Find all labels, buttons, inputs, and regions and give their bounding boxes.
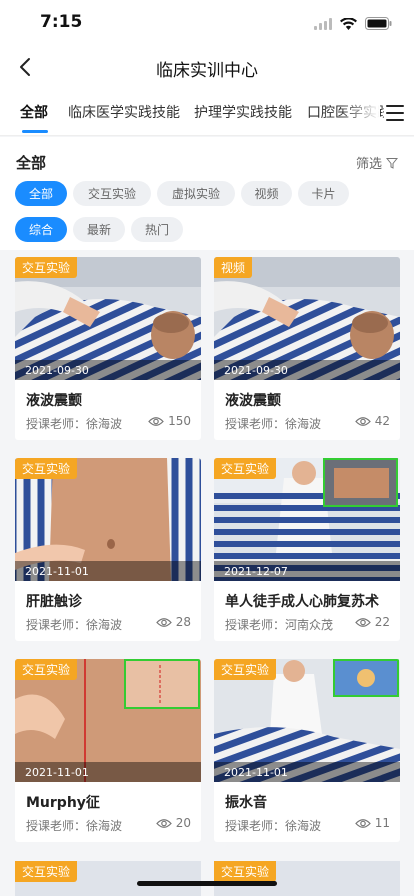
view-count: 42 [354,414,390,428]
view-count: 28 [155,615,191,629]
chip-type-all[interactable]: 全部 [15,181,67,206]
course-date: 2021-09-30 [15,360,201,380]
type-badge: 交互实验 [15,861,78,882]
view-count: 150 [148,414,191,428]
view-count-value: 22 [374,615,390,629]
type-badge: 交互实验 [15,257,78,278]
chip-type-virtual[interactable]: 虚拟实验 [157,181,235,206]
home-indicator [137,881,277,886]
course-date: 2021-12-07 [214,561,400,581]
chip-sort-overall[interactable]: 综合 [15,217,67,242]
peek-row: 交互实验 交互实验 [15,861,400,896]
view-count-value: 11 [374,816,390,830]
category-menu-button[interactable] [384,102,406,124]
course-thumbnail: 交互实验 2021-12-07 [214,458,400,581]
eye-icon [354,416,371,426]
tabs-fade [340,90,380,135]
section-title: 全部 [16,154,47,172]
course-date: 2021-09-30 [214,360,400,380]
view-count: 22 [354,615,390,629]
tab-nursing[interactable]: 护理学实践技能 [194,102,292,122]
course-card[interactable]: 交互实验 2021-11-01 振水音授课老师：徐海波 11 [214,659,400,842]
course-teacher: 授课老师：徐海波 [26,618,123,632]
eye-icon [155,818,172,828]
course-card[interactable]: 交互实验 [214,861,400,896]
chip-type-card[interactable]: 卡片 [298,181,349,206]
course-teacher: 授课老师：徐海波 [225,819,322,833]
view-count-value: 150 [168,414,191,428]
type-badge: 交互实验 [214,458,277,479]
chip-sort-latest[interactable]: 最新 [73,217,125,242]
course-teacher: 授课老师：河南众茂 [225,618,334,632]
type-badge: 交互实验 [214,659,277,680]
sort-row: 综合 最新 热门 [15,217,183,242]
nav-bar: 临床实训中心 [0,44,414,90]
course-title: Murphy征 [26,795,100,811]
type-badge: 交互实验 [15,659,78,680]
course-card[interactable]: 交互实验 [15,861,201,896]
filter-label: 筛选 [355,157,382,172]
course-title: 单人徒手成人心肺复苏术 [225,594,379,610]
course-thumbnail: 交互实验 2021-11-01 [15,659,201,782]
course-title: 液波震颤 [225,393,281,409]
course-card[interactable]: 交互实验 2021-09-30 液波震颤授课老师：徐海波 150 [15,257,201,440]
menu-icon [386,105,404,107]
course-grid: 交互实验 2021-09-30 液波震颤授课老师：徐海波 150 视频 2021-09-3… [15,257,400,842]
course-card[interactable]: 视频 2021-09-30 液波震颤授课老师：徐海波 42 [214,257,400,440]
course-teacher: 授课老师：徐海波 [26,819,123,833]
type-badge: 交互实验 [15,458,78,479]
wifi-icon [340,15,357,34]
type-badge: 交互实验 [214,861,277,882]
tab-indicator [22,130,48,133]
course-title: 肝脏触诊 [26,594,82,610]
course-date: 2021-11-01 [214,762,400,782]
course-card[interactable]: 交互实验 2021-11-01 肝脏触诊授课老师：徐海波 28 [15,458,201,641]
course-thumbnail: 交互实验 2021-09-30 [15,257,201,380]
course-title: 振水音 [225,795,267,811]
status-bar: 7:15 [0,0,414,44]
view-count-value: 20 [175,816,191,830]
page-title: 临床实训中心 [156,61,258,81]
eye-icon [354,617,371,627]
type-filter-row: 全部 交互实验 虚拟实验 视频 卡片 [15,181,349,206]
type-badge: 视频 [214,257,253,278]
course-title: 液波震颤 [26,393,82,409]
category-tabs: 全部 临床医学实践技能 护理学实践技能 口腔医学实践 [0,90,414,136]
course-card[interactable]: 交互实验 2021-11-01 Murphy征授课老师：徐海波 20 [15,659,201,842]
eye-icon [354,818,371,828]
view-count: 20 [155,816,191,830]
course-card[interactable]: 交互实验 2021-12-07 单人徒手成人心肺复苏术 授课老师：河南众茂 22 [214,458,400,641]
view-count-value: 28 [175,615,191,629]
course-teacher: 授课老师：徐海波 [225,417,322,431]
signal-icon [314,15,332,34]
course-thumbnail: 交互实验 2021-11-01 [214,659,400,782]
status-time: 7:15 [40,12,83,32]
course-thumbnail: 交互实验 2021-11-01 [15,458,201,581]
course-teacher: 授课老师：徐海波 [26,417,123,431]
tab-clinical[interactable]: 临床医学实践技能 [68,102,180,122]
eye-icon [155,617,172,627]
battery-icon [365,15,392,34]
eye-icon [148,416,164,426]
chip-type-video[interactable]: 视频 [241,181,292,206]
course-date: 2021-11-01 [15,561,201,581]
chip-sort-hot[interactable]: 热门 [131,217,183,242]
chip-type-interactive[interactable]: 交互实验 [73,181,151,206]
filter-button[interactable]: 筛选 [356,153,398,172]
course-date: 2021-11-01 [15,762,201,782]
view-count: 11 [354,816,390,830]
funnel-icon [386,157,398,169]
view-count-value: 42 [374,414,390,428]
filter-area: 全部 筛选 全部 交互实验 虚拟实验 视频 卡片 综合 最新 热门 [0,137,414,250]
tab-all[interactable]: 全部 [20,102,48,122]
course-thumbnail: 视频 2021-09-30 [214,257,400,380]
status-icons [314,15,392,34]
